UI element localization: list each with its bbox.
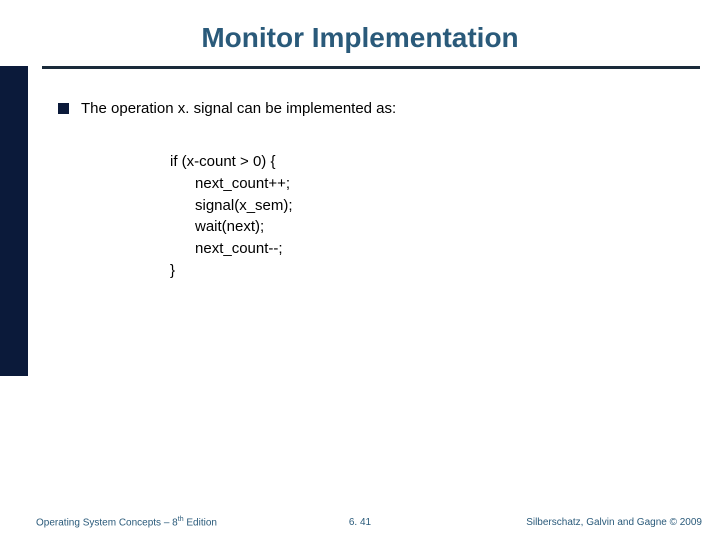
code-line-2: next_count++; bbox=[170, 175, 290, 192]
bullet-op: x. signal bbox=[178, 100, 233, 117]
footer-right: Silberschatz, Galvin and Gagne © 2009 bbox=[526, 517, 702, 528]
footer: Operating System Concepts – 8th Edition … bbox=[0, 510, 720, 528]
code-line-6: } bbox=[170, 262, 175, 279]
bullet-post: can be implemented as: bbox=[233, 100, 396, 117]
title-underline bbox=[42, 66, 700, 69]
code-line-4: wait(next); bbox=[170, 218, 264, 235]
bullet-pre: The operation bbox=[81, 100, 178, 117]
code-line-1: if (x-count > 0) { bbox=[170, 153, 275, 170]
slide-title: Monitor Implementation bbox=[0, 22, 720, 54]
square-bullet-icon bbox=[58, 103, 69, 114]
bullet-text: The operation x. signal can be implement… bbox=[81, 100, 396, 117]
code-block: if (x-count > 0) { next_count++; signal(… bbox=[170, 151, 690, 282]
code-line-3: signal(x_sem); bbox=[170, 197, 293, 214]
left-decor-bar bbox=[0, 66, 28, 376]
content-area: The operation x. signal can be implement… bbox=[58, 100, 690, 282]
bullet-item: The operation x. signal can be implement… bbox=[58, 100, 690, 117]
code-line-5: next_count--; bbox=[170, 240, 283, 257]
